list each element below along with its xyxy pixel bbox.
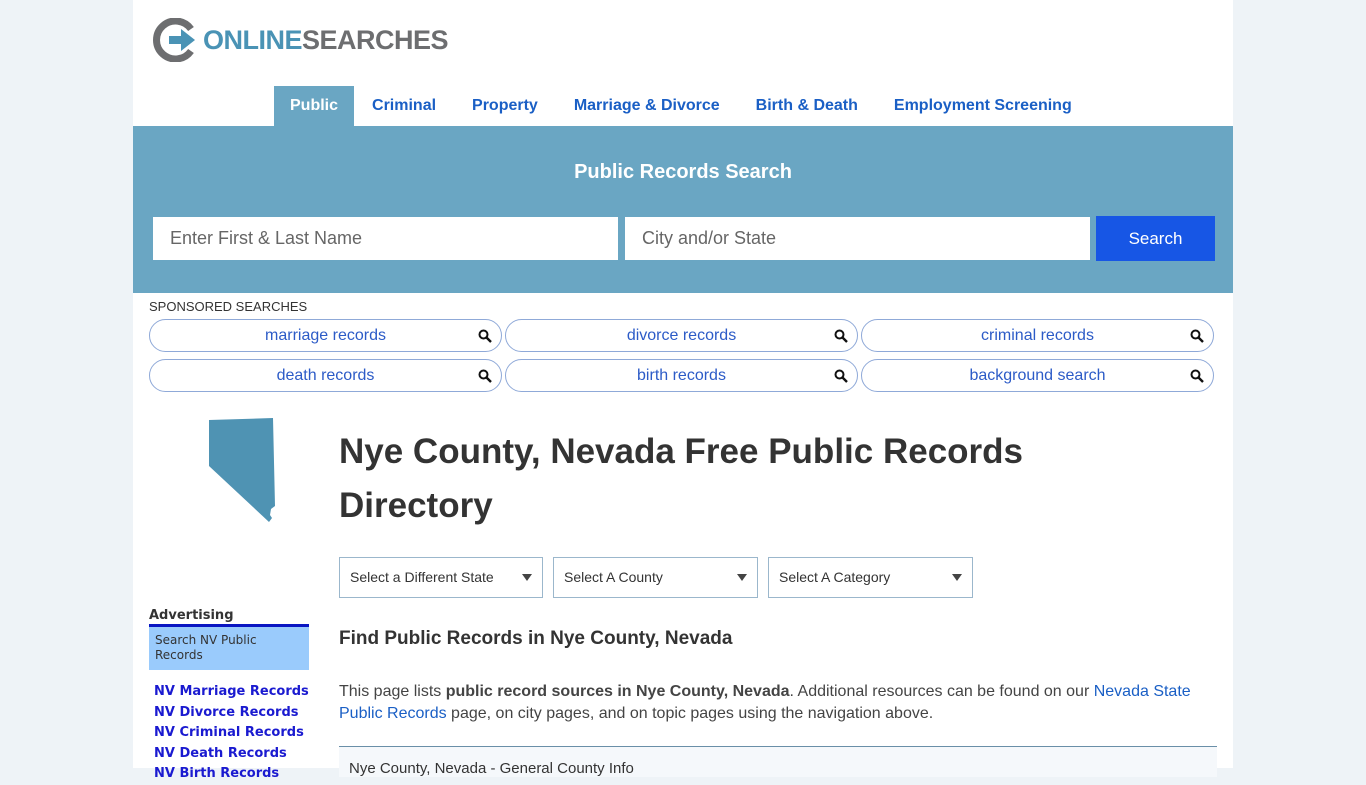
- dropdown-arrow-icon: [952, 574, 962, 581]
- search-title: Public Records Search: [574, 161, 792, 183]
- pill-label: criminal records: [981, 327, 1094, 344]
- pill-label: background search: [969, 367, 1106, 384]
- sponsored-pill[interactable]: death records: [149, 359, 502, 392]
- sponsored-pill[interactable]: background search: [861, 359, 1214, 392]
- category-select-value: Select A Category: [779, 569, 891, 585]
- county-select-value: Select A County: [564, 569, 663, 585]
- main-nav: Public Criminal Property Marriage & Divo…: [274, 86, 1090, 126]
- nav-birth-death[interactable]: Birth & Death: [738, 86, 876, 126]
- para-bold: public record sources in Nye County, Nev…: [445, 683, 790, 700]
- pill-label: death records: [276, 367, 375, 384]
- para-text: page, on city pages, and on topic pages …: [446, 705, 934, 722]
- search-icon: [478, 369, 492, 383]
- ad-link[interactable]: NV Divorce Records: [154, 705, 299, 720]
- para-text: This page lists: [339, 683, 446, 700]
- page: ONLINE SEARCHES Public Criminal Property…: [133, 0, 1233, 781]
- nav-criminal[interactable]: Criminal: [354, 86, 454, 126]
- search-icon: [1190, 369, 1204, 383]
- search-icon: [834, 369, 848, 383]
- nav-property[interactable]: Property: [454, 86, 556, 126]
- nav-marriage-divorce[interactable]: Marriage & Divorce: [556, 86, 738, 126]
- sponsored-pill[interactable]: criminal records: [861, 319, 1214, 352]
- nav-employment-screening[interactable]: Employment Screening: [876, 86, 1090, 126]
- search-icon: [1190, 329, 1204, 343]
- logo-icon: [153, 18, 195, 62]
- county-info-title: Nye County, Nevada - General County Info: [349, 760, 634, 777]
- intro-paragraph: This page lists public record sources in…: [339, 681, 1209, 725]
- sponsored-pill[interactable]: divorce records: [505, 319, 858, 352]
- sponsored-pill[interactable]: marriage records: [149, 319, 502, 352]
- para-text: . Additional resources can be found on o…: [789, 683, 1094, 700]
- location-input[interactable]: [625, 217, 1090, 260]
- dropdown-arrow-icon: [522, 574, 532, 581]
- ad-box-title: Search NV Public Records: [149, 627, 309, 670]
- search-icon: [834, 329, 848, 343]
- pill-label: marriage records: [265, 327, 386, 344]
- nevada-map-icon: [209, 418, 275, 522]
- logo-word-searches: SEARCHES: [302, 24, 449, 55]
- sponsored-pill[interactable]: birth records: [505, 359, 858, 392]
- pill-label: birth records: [637, 367, 726, 384]
- county-info-box: Nye County, Nevada - General County Info: [339, 746, 1217, 777]
- section-heading: Find Public Records in Nye County, Nevad…: [339, 628, 733, 649]
- sponsored-label: SPONSORED SEARCHES: [149, 299, 308, 314]
- state-select-value: Select a Different State: [350, 569, 494, 585]
- state-select[interactable]: Select a Different State: [339, 557, 543, 598]
- name-input[interactable]: [153, 217, 618, 260]
- category-select[interactable]: Select A Category: [768, 557, 973, 598]
- dropdown-arrow-icon: [737, 574, 747, 581]
- pill-label: divorce records: [626, 327, 737, 344]
- ad-link[interactable]: NV Death Records: [154, 746, 287, 761]
- ad-link[interactable]: NV Birth Records: [154, 766, 279, 781]
- search-icon: [478, 329, 492, 343]
- sponsored-searches: marriage records divorce records crimina…: [149, 319, 1215, 392]
- county-select[interactable]: Select A County: [553, 557, 758, 598]
- advertising-label: Advertising: [149, 608, 309, 627]
- advertising-sidebar: Advertising Search NV Public Records NV …: [149, 608, 309, 785]
- logo[interactable]: ONLINE SEARCHES: [153, 18, 449, 62]
- nav-public[interactable]: Public: [274, 86, 355, 126]
- ad-link[interactable]: NV Criminal Records: [154, 725, 304, 740]
- logo-word-online: ONLINE: [203, 24, 303, 55]
- page-title: Nye County, Nevada Free Public Records D…: [339, 432, 1024, 525]
- ad-links: NV Marriage Records NV Divorce Records N…: [154, 682, 309, 785]
- ad-link[interactable]: NV Marriage Records: [154, 684, 309, 699]
- search-banner: Public Records Search Search: [133, 126, 1233, 293]
- search-button[interactable]: Search: [1096, 216, 1215, 261]
